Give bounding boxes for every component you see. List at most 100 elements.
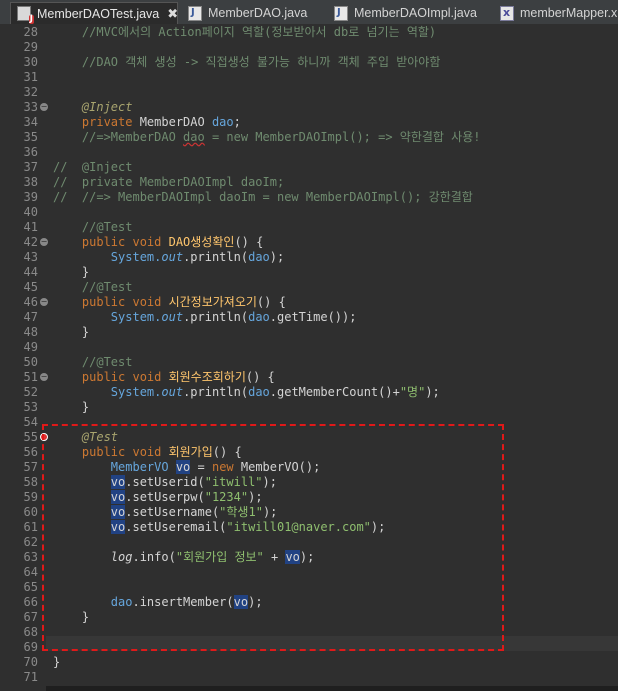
code-token: } <box>53 655 61 669</box>
code-line[interactable]: 50 //@Test <box>0 355 618 370</box>
fold-toggle-icon[interactable]: − <box>40 103 48 111</box>
code-line[interactable]: 34 private MemberDAO dao; <box>0 115 618 130</box>
code-line[interactable]: 69 <box>0 640 618 655</box>
code-token: dao <box>248 250 270 264</box>
code-line[interactable]: 36 <box>0 145 618 160</box>
code-line[interactable]: 66 dao.insertMember(vo); <box>0 595 618 610</box>
code-token: "itwill" <box>204 475 263 489</box>
code-line[interactable]: 37 // @Inject <box>0 160 618 175</box>
code-line[interactable]: 31 <box>0 70 618 85</box>
code-line[interactable]: 54 <box>0 415 618 430</box>
code-line[interactable]: 42− public void DAO생성확인() { <box>0 235 618 250</box>
code-line[interactable]: 55 @Test <box>0 430 618 445</box>
code-token: dao <box>110 595 133 609</box>
code-line[interactable]: 35 //=>MemberDAO dao = new MemberDAOImpl… <box>0 130 618 145</box>
code-line[interactable]: 39 // //=> MemberDAOImpl daoIm = new Memb… <box>0 190 618 205</box>
code-line[interactable]: 32 <box>0 85 618 100</box>
code-line[interactable]: 58 vo.setUserid("itwill"); <box>0 475 618 490</box>
close-icon[interactable]: ✖ <box>167 6 178 22</box>
code-line[interactable]: 67 } <box>0 610 618 625</box>
code-line[interactable]: 44 } <box>0 265 618 280</box>
code-line[interactable]: 56 public void 회원가입() { <box>0 445 618 460</box>
line-number: 68 <box>23 625 38 639</box>
code-editor[interactable]: 28 //MVC에서의 Action페이지 역할(정보받아서 db로 넘기는 역… <box>0 24 618 691</box>
code-text: System.out.println(dao.getTime()); <box>53 310 357 325</box>
code-line[interactable]: 28 //MVC에서의 Action페이지 역할(정보받아서 db로 넘기는 역… <box>0 25 618 40</box>
code-text: } <box>53 400 89 415</box>
code-text: vo.setUserpw("1234"); <box>53 490 263 505</box>
line-number: 42 <box>23 235 38 249</box>
line-number: 32 <box>23 85 38 99</box>
fold-toggle-icon[interactable]: − <box>40 298 48 306</box>
code-line[interactable]: 59 vo.setUserpw("1234"); <box>0 490 618 505</box>
code-line[interactable]: 30 //DAO 객체 생성 -> 직접생성 불가능 하니까 객체 주입 받아야… <box>0 55 618 70</box>
line-number: 43 <box>23 250 38 264</box>
code-line[interactable]: 48 } <box>0 325 618 340</box>
code-line[interactable]: 38 // private MemberDAOImpl daoIm; <box>0 175 618 190</box>
code-token: vo <box>175 460 191 474</box>
code-line[interactable]: 51− public void 회원수조회하기() { <box>0 370 618 385</box>
line-number: 37 <box>23 160 38 174</box>
code-line[interactable]: 49 <box>0 340 618 355</box>
code-text: log.info("회원가입 정보" + vo); <box>53 550 314 565</box>
code-token: // //=> MemberDAOImpl daoIm = new Member… <box>53 190 473 204</box>
tab-label: MemberDAOImpl.java <box>354 6 477 20</box>
code-text: public void DAO생성확인() { <box>53 235 263 250</box>
code-token: public void <box>53 295 169 309</box>
code-line[interactable]: 68 <box>0 625 618 640</box>
code-line[interactable]: 60 vo.setUsername("학생1"); <box>0 505 618 520</box>
code-line[interactable]: 41 //@Test <box>0 220 618 235</box>
code-line[interactable]: 57 MemberVO vo = new MemberVO(); <box>0 460 618 475</box>
tab-memberdaoimpl[interactable]: MemberDAOImpl.java <box>328 2 478 24</box>
code-line[interactable]: 53 } <box>0 400 618 415</box>
code-line[interactable]: 40 <box>0 205 618 220</box>
line-number: 64 <box>23 565 38 579</box>
code-line[interactable]: 65 <box>0 580 618 595</box>
code-token: MemberVO(); <box>240 460 321 474</box>
code-token: dao <box>248 385 270 399</box>
code-token: ); <box>299 550 315 564</box>
code-line[interactable]: 62 <box>0 535 618 550</box>
code-token: dao <box>248 310 270 324</box>
tab-membermapper[interactable]: memberMapper.xm <box>494 2 618 24</box>
tab-memberdao[interactable]: MemberDAO.java <box>182 2 312 24</box>
code-line[interactable]: 29 <box>0 40 618 55</box>
code-text: vo.setUseremail("itwill01@naver.com"); <box>53 520 385 535</box>
code-line[interactable]: 43 System.out.println(dao); <box>0 250 618 265</box>
fold-toggle-icon[interactable]: − <box>40 373 48 381</box>
code-text: System.out.println(dao); <box>53 250 284 265</box>
code-line[interactable]: 47 System.out.println(dao.getTime()); <box>0 310 618 325</box>
line-number: 28 <box>23 25 38 39</box>
code-line[interactable]: 63 log.info("회원가입 정보" + vo); <box>0 550 618 565</box>
code-token: () { <box>212 445 242 459</box>
code-token: .setUserpw( <box>125 490 205 504</box>
fold-toggle-icon[interactable]: − <box>40 238 48 246</box>
code-line[interactable]: 71 <box>0 670 618 685</box>
code-line[interactable]: 45 //@Test <box>0 280 618 295</box>
line-number: 65 <box>23 580 38 594</box>
code-token: "명" <box>399 385 426 399</box>
code-line[interactable]: 61 vo.setUseremail("itwill01@naver.com")… <box>0 520 618 535</box>
line-number: 55 <box>23 430 38 444</box>
code-text: vo.setUserid("itwill"); <box>53 475 277 490</box>
code-token: ); <box>425 385 440 399</box>
code-token: //DAO 객체 생성 -> 직접생성 불가능 하니까 객체 주입 받아야함 <box>53 55 441 69</box>
code-line[interactable]: 64 <box>0 565 618 580</box>
code-line[interactable]: 52 System.out.println(dao.getMemberCount… <box>0 385 618 400</box>
line-number: 70 <box>23 655 38 669</box>
line-number: 67 <box>23 610 38 624</box>
line-number: 50 <box>23 355 38 369</box>
line-number: 56 <box>23 445 38 459</box>
code-token: = new MemberDAOImpl(); => 약한결합 사용! <box>204 130 481 144</box>
code-line[interactable]: 70} <box>0 655 618 670</box>
code-token: System. <box>110 310 162 324</box>
code-token: () { <box>256 295 286 309</box>
error-marker-icon[interactable] <box>40 433 48 441</box>
code-line[interactable]: 46− public void 시간정보가져오기() { <box>0 295 618 310</box>
code-text: //@Test <box>53 220 133 235</box>
tab-memberdaotest[interactable]: MemberDAOTest.java ✖ <box>10 2 178 24</box>
code-line[interactable]: 33− @Inject <box>0 100 618 115</box>
